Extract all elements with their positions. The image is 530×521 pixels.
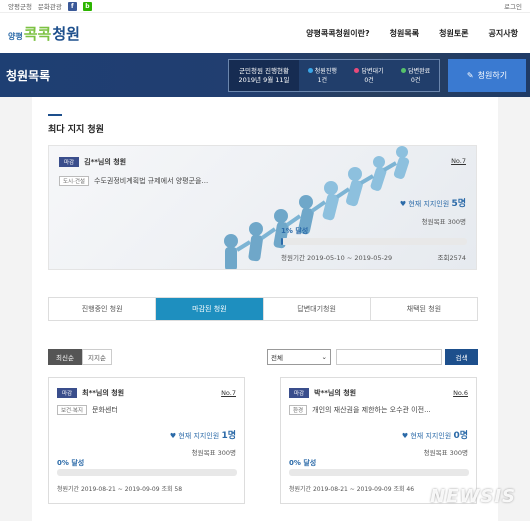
status-title: 군민청원 진행현황 [239, 66, 289, 75]
tab-closed[interactable]: 마감된 청원 [156, 298, 264, 320]
nav-notice[interactable]: 공지사항 [489, 28, 518, 39]
section-title: 최다 지지 청원 [48, 125, 104, 135]
period-text: 청원기간 2019-05-10 ~ 2019-05-29 [281, 254, 393, 262]
status-badge: 마감 [289, 388, 310, 398]
petition-number: No.6 [453, 389, 468, 397]
search-input[interactable] [336, 349, 442, 365]
status-panel: 군민청원 진행현황 2019년 9월 11일 청원진행 1건 답변대기 0건 답변완… [228, 59, 440, 92]
petitioner-name: 박**님의 청원 [314, 389, 357, 397]
status-items: 청원진행 1건 답변대기 0건 답변완료 0건 [299, 60, 439, 91]
utility-links: 양평군청 문화관광 f b [8, 1, 504, 11]
achieve-text: 1% 달성 [281, 227, 309, 235]
filter-value: 전체 [271, 354, 283, 362]
logo-small: 양평 [8, 31, 23, 41]
facebook-icon[interactable]: f [67, 1, 77, 11]
sort-latest-button[interactable]: 최신순 [48, 349, 82, 365]
page-banner: 청원목록 군민청원 진행현황 2019년 9월 11일 청원진행 1건 답변대기 0… [0, 53, 530, 97]
status-badge: 마감 [57, 388, 78, 398]
logo-main: 청원 [52, 24, 80, 43]
supporters-count: 0명 [453, 431, 468, 441]
goal-text: 청원목표 300명 [191, 449, 236, 457]
supporters-label: 현재 지지인원 [408, 200, 450, 208]
main-nav: 양평콕콕청원이란? 청원목록 청원토론 공지사항 [80, 28, 522, 39]
achieve-text: 0% 달성 [57, 459, 85, 467]
tab-waiting[interactable]: 답변대기청원 [264, 298, 371, 320]
petition-summary: 문화센터 [92, 406, 118, 414]
link-culture[interactable]: 문화관광 [38, 1, 62, 11]
petition-tabs: 진행중인 청원 마감된 청원 답변대기청원 채택된 청원 [48, 297, 478, 321]
heart-icon: ♥ [399, 200, 407, 208]
featured-progress-fill [281, 238, 283, 245]
petition-card-1[interactable]: 마감 최**님의 청원 No.7 보건·복지 문화센터 ♥ 현재 지지인원 1명… [48, 377, 245, 504]
sort-support-button[interactable]: 지지순 [82, 349, 112, 365]
category-badge: 보건·복지 [57, 405, 87, 415]
tab-ongoing[interactable]: 진행중인 청원 [49, 298, 157, 320]
petition-number: No.7 [221, 389, 236, 397]
waiting-dot-icon [354, 67, 360, 73]
done-dot-icon [401, 67, 407, 73]
petition-summary: 개인의 재산권을 제한하는 오수관 이전... [312, 406, 431, 414]
pencil-icon: ✎ [466, 71, 474, 80]
main-content: 최다 지지 청원 마감 김**님의 청원 No.7 도시·건설 수도권정비계획법… [32, 97, 498, 521]
search-button[interactable]: 검색 [445, 349, 478, 365]
goal-text: 청원목표 300명 [423, 449, 468, 457]
nav-about[interactable]: 양평콕콕청원이란? [306, 28, 370, 39]
supporters-line: ♥ 현재 지지인원 5명 [400, 196, 466, 209]
category-badge: 도시·건설 [59, 176, 89, 186]
write-petition-button[interactable]: ✎ 청원하기 [448, 59, 526, 92]
progress-bar [57, 469, 237, 476]
status-waiting: 답변대기 0건 [354, 67, 384, 85]
watermark-logo: NEWSIS [430, 486, 516, 507]
period-text: 청원기간 2019-08-21 ~ 2019-09-09 조회 46 [289, 486, 415, 493]
blog-icon[interactable]: b [82, 1, 92, 11]
supporters-count: 5명 [451, 199, 466, 209]
featured-petition[interactable]: 마감 김**님의 청원 No.7 도시·건설 수도권정비계획법 규제에서 양평군… [48, 145, 477, 270]
logo-mid: 콕콕 [23, 24, 52, 43]
chevron-down-icon: ⌄ [321, 353, 327, 361]
nav-debate[interactable]: 청원토론 [439, 28, 468, 39]
petition-card-2[interactable]: 마감 박**님의 청원 No.6 환경 개인의 재산권을 제한하는 오수관 이전… [280, 377, 477, 504]
featured-progress-bar [281, 238, 467, 245]
sort-filter-bar: 최신순 지지순 전체 ⌄ 검색 [48, 349, 478, 365]
nav-list[interactable]: 청원목록 [390, 28, 419, 39]
supporters-line: ♥ 현재 지지인원 0명 [401, 431, 468, 441]
header: 양평 콕콕 청원 양평콕콕청원이란? 청원목록 청원토론 공지사항 [0, 13, 530, 53]
login-link[interactable]: 로그인 [504, 1, 522, 11]
petitioner-name: 김**님의 청원 [84, 158, 127, 166]
status-badge: 마감 [59, 157, 80, 167]
filter-select[interactable]: 전체 ⌄ [267, 349, 331, 365]
status-date: 2019년 9월 11일 [238, 75, 290, 84]
petitioner-name: 최**님의 청원 [82, 389, 125, 397]
section-accent [48, 114, 62, 116]
tab-adopted[interactable]: 채택된 청원 [371, 298, 477, 320]
progress-bar [289, 469, 469, 476]
goal-text: 청원목표 300명 [421, 218, 466, 226]
views-text: 조회2574 [437, 254, 466, 262]
period-text: 청원기간 2019-08-21 ~ 2019-09-09 조회 58 [57, 486, 183, 493]
heart-icon: ♥ [169, 432, 177, 440]
heart-icon: ♥ [401, 432, 409, 440]
petition-number: No.7 [451, 157, 466, 165]
category-badge: 환경 [289, 405, 308, 415]
write-petition-label: 청원하기 [477, 71, 508, 80]
status-heading: 군민청원 진행현황 2019년 9월 11일 [229, 60, 299, 91]
link-county[interactable]: 양평군청 [8, 1, 32, 11]
achieve-text: 0% 달성 [289, 459, 317, 467]
status-in-progress: 청원진행 1건 [307, 67, 337, 85]
status-done: 답변완료 0건 [401, 67, 430, 85]
site-logo[interactable]: 양평 콕콕 청원 [8, 23, 80, 44]
supporters-count: 1명 [221, 431, 236, 441]
supporters-line: ♥ 현재 지지인원 1명 [169, 431, 236, 441]
petition-summary: 수도권정비계획법 규제에서 양평군을... [94, 177, 209, 185]
top-utility-bar: 양평군청 문화관광 f b 로그인 [0, 0, 530, 13]
in-progress-dot-icon [307, 67, 313, 73]
